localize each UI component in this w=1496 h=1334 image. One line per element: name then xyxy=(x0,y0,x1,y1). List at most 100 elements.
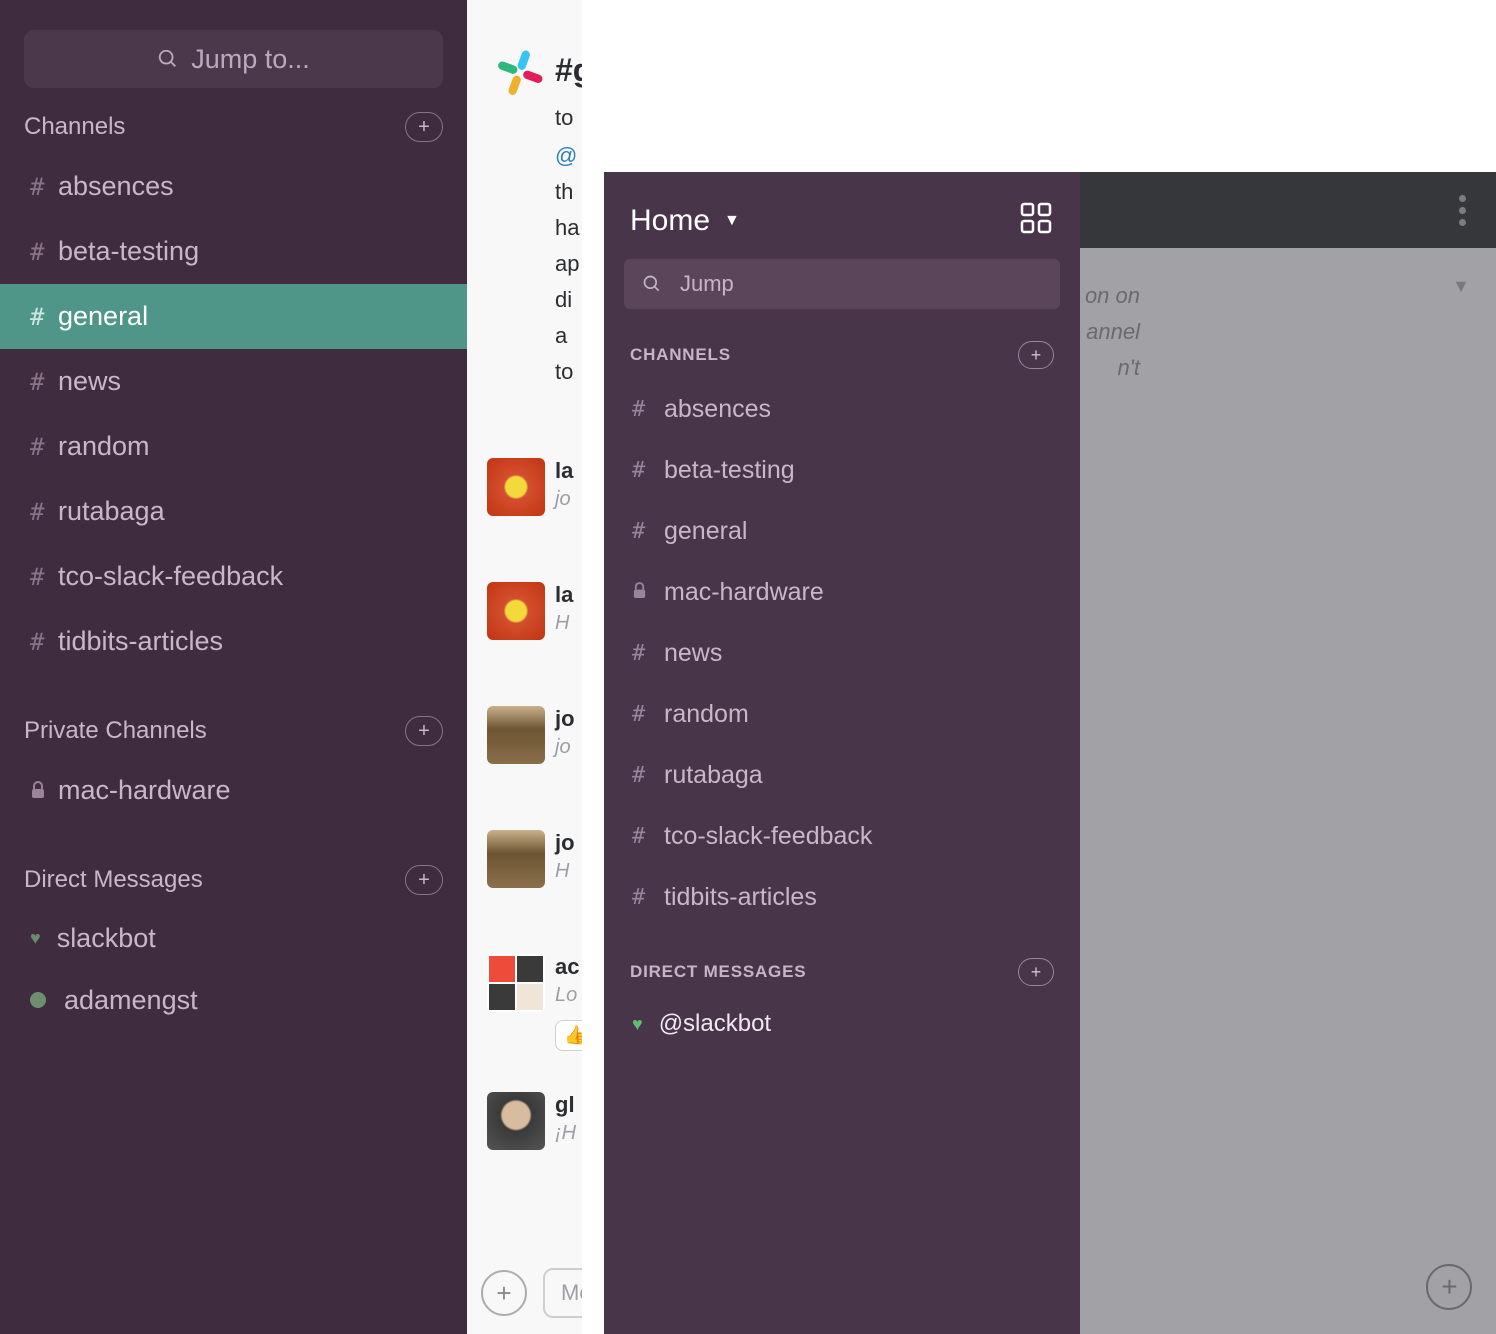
username-fragment[interactable]: gl xyxy=(555,1092,575,1118)
home-dropdown[interactable]: Home ▼ xyxy=(630,204,740,238)
channel-random[interactable]: #random xyxy=(0,414,467,479)
desktop-sidebar: Jump to... Channels + #absences#beta-tes… xyxy=(0,0,467,1334)
channel-absences[interactable]: #absences xyxy=(0,154,467,219)
message-fragment: Lo xyxy=(555,984,577,1007)
mobile-channel-general[interactable]: #general xyxy=(604,501,1080,562)
mobile-screenshot: Home ▼ Jump CHANNELS + #absences#beta-te… xyxy=(604,172,1496,1334)
mobile-topbar xyxy=(1080,172,1496,248)
hash-icon: # xyxy=(632,397,664,422)
text-fragment: ap xyxy=(555,246,579,282)
heart-icon: ♥ xyxy=(632,1014,643,1035)
hash-icon: # xyxy=(632,885,664,910)
dm-label: adamengst xyxy=(64,985,198,1016)
private-channel-mac-hardware[interactable]: mac-hardware xyxy=(0,758,467,823)
reaction-chip[interactable]: 👍 xyxy=(555,1020,582,1051)
username-fragment[interactable]: jo xyxy=(555,830,575,856)
message-fragment: H xyxy=(555,860,569,883)
username-fragment[interactable]: la xyxy=(555,458,573,484)
kebab-menu-icon[interactable] xyxy=(1459,190,1466,231)
presence-indicator-icon xyxy=(30,992,46,1008)
hash-icon: # xyxy=(30,368,58,396)
compose-input[interactable]: Mes xyxy=(543,1268,582,1318)
hash-icon: # xyxy=(632,641,664,666)
avatar[interactable] xyxy=(487,1092,545,1150)
avatar[interactable] xyxy=(487,706,545,764)
mobile-jump-label: Jump xyxy=(680,271,734,297)
text-fragment: to xyxy=(555,354,573,390)
channel-rutabaga[interactable]: #rutabaga xyxy=(0,479,467,544)
avatar[interactable] xyxy=(487,458,545,516)
hash-icon: # xyxy=(30,563,58,591)
channel-label: news xyxy=(664,639,722,668)
mobile-add-dm-button[interactable]: + xyxy=(1018,958,1054,986)
channel-beta-testing[interactable]: #beta-testing xyxy=(0,219,467,284)
channel-tidbits-articles[interactable]: #tidbits-articles xyxy=(0,609,467,674)
channel-label: tco-slack-feedback xyxy=(664,822,872,851)
mobile-channel-tco-slack-feedback[interactable]: #tco-slack-feedback xyxy=(604,806,1080,867)
mobile-channel-random[interactable]: #random xyxy=(604,684,1080,745)
heart-icon: ♥ xyxy=(30,928,41,949)
add-dm-button[interactable]: + xyxy=(405,865,443,895)
channel-label: mac-hardware xyxy=(664,578,824,607)
channel-label: random xyxy=(664,700,749,729)
channel-general[interactable]: #general xyxy=(0,284,467,349)
dm-slackbot[interactable]: ♥ slackbot xyxy=(0,907,467,969)
channels-title[interactable]: Channels xyxy=(24,113,125,141)
channel-label: random xyxy=(58,431,150,462)
username-fragment[interactable]: ac xyxy=(555,954,579,980)
compose-attach-button[interactable]: + xyxy=(481,1270,527,1316)
mobile-channel-mac-hardware[interactable]: mac-hardware xyxy=(604,562,1080,623)
channel-label: tidbits-articles xyxy=(58,626,223,657)
channel-label: news xyxy=(58,366,121,397)
channel-label: beta-testing xyxy=(664,456,795,485)
mobile-dm[interactable]: ♥ @slackbot xyxy=(604,996,1080,1052)
channel-tco-slack-feedback[interactable]: #tco-slack-feedback xyxy=(0,544,467,609)
lock-icon xyxy=(632,580,664,605)
mobile-channel-beta-testing[interactable]: #beta-testing xyxy=(604,440,1080,501)
mobile-channel-tidbits-articles[interactable]: #tidbits-articles xyxy=(604,867,1080,928)
avatar[interactable] xyxy=(487,954,545,1012)
hash-icon: # xyxy=(632,458,664,483)
grid-icon[interactable] xyxy=(1018,200,1054,241)
jump-to-box[interactable]: Jump to... xyxy=(24,30,443,88)
mobile-jump-box[interactable]: Jump xyxy=(624,259,1060,309)
private-channels-title[interactable]: Private Channels xyxy=(24,717,207,745)
add-private-channel-button[interactable]: + xyxy=(405,716,443,746)
dm-label: @slackbot xyxy=(659,1010,771,1038)
channel-label: absences xyxy=(58,171,174,202)
mention-fragment[interactable]: @ xyxy=(555,138,577,174)
username-fragment[interactable]: la xyxy=(555,582,573,608)
avatar[interactable] xyxy=(487,830,545,888)
message-pane-fragment: #g to @ thhaapdiato lajolaHjojojoHacLo👍g… xyxy=(467,0,582,1334)
mobile-sidebar: Home ▼ Jump CHANNELS + #absences#beta-te… xyxy=(604,172,1080,1334)
hash-icon: # xyxy=(30,238,58,266)
hash-icon: # xyxy=(632,519,664,544)
channel-label: absences xyxy=(664,395,771,424)
add-channel-button[interactable]: + xyxy=(405,112,443,142)
chevron-down-icon[interactable]: ▼ xyxy=(1452,276,1470,297)
mobile-channel-absences[interactable]: #absences xyxy=(604,379,1080,440)
mobile-dms-title[interactable]: DIRECT MESSAGES xyxy=(630,962,806,982)
hash-icon: # xyxy=(30,173,58,201)
message-fragment: jo xyxy=(555,488,571,511)
dm-title[interactable]: Direct Messages xyxy=(24,866,203,894)
private-channels-section-header: Private Channels + xyxy=(0,716,467,746)
text-fragment: a xyxy=(555,318,567,354)
jump-to-label: Jump to... xyxy=(191,44,310,75)
channel-label: tidbits-articles xyxy=(664,883,817,912)
avatar[interactable] xyxy=(487,582,545,640)
mobile-channels-title[interactable]: CHANNELS xyxy=(630,345,731,365)
hash-icon: # xyxy=(30,498,58,526)
mobile-compose-button[interactable]: + xyxy=(1426,1264,1472,1310)
username-fragment[interactable]: jo xyxy=(555,706,575,732)
channel-news[interactable]: #news xyxy=(0,349,467,414)
message-fragment: jo xyxy=(555,736,571,759)
mobile-add-channel-button[interactable]: + xyxy=(1018,341,1054,369)
dm-label: slackbot xyxy=(57,923,156,954)
dm-adamengst[interactable]: adamengst xyxy=(0,969,467,1031)
mobile-channel-news[interactable]: #news xyxy=(604,623,1080,684)
text-fragment: ha xyxy=(555,210,579,246)
mobile-channel-rutabaga[interactable]: #rutabaga xyxy=(604,745,1080,806)
dimmed-text-fragment: on on xyxy=(1080,278,1140,314)
dimmed-text-fragment: n't xyxy=(1080,350,1140,386)
